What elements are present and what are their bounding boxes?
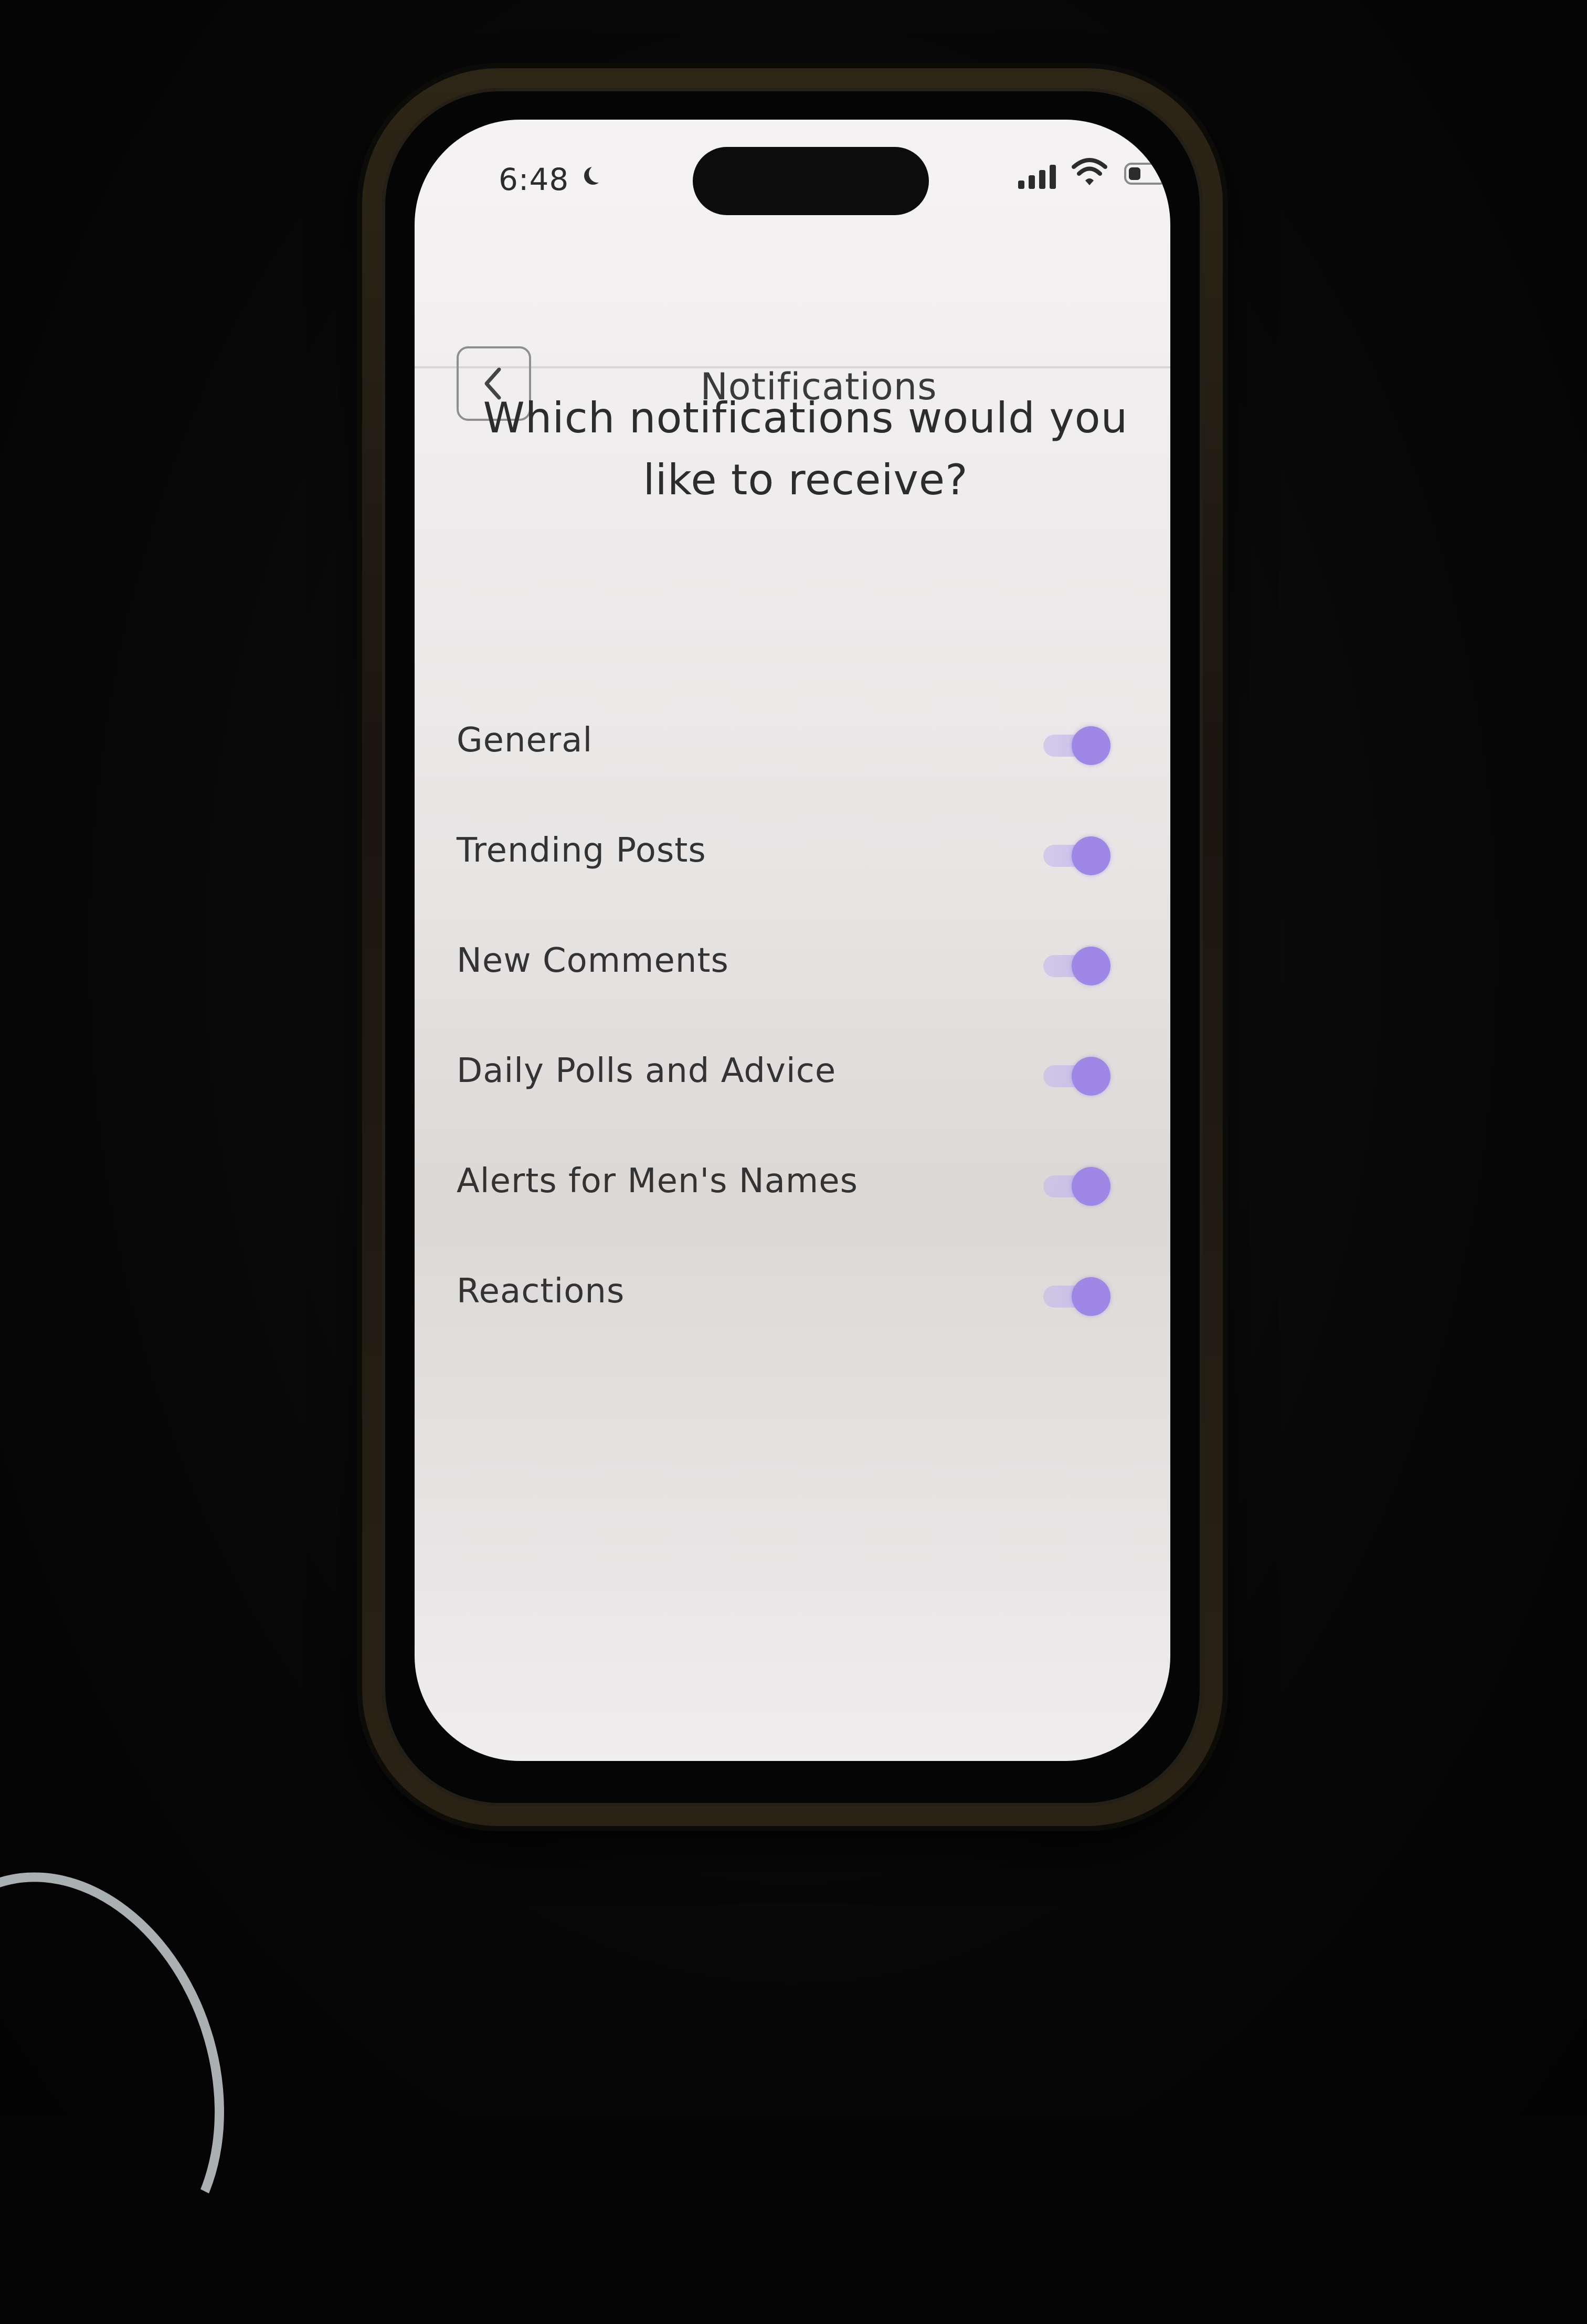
mens-names-alerts-toggle[interactable] — [1043, 1167, 1112, 1206]
general-toggle[interactable] — [1043, 726, 1112, 765]
toggle-knob — [1072, 947, 1110, 985]
setting-row-reactions[interactable]: Reactions — [446, 1258, 1139, 1332]
toggle-knob — [1072, 1167, 1110, 1206]
photo-background: 6:48 — [0, 0, 1587, 2116]
setting-row-mens-names-alerts[interactable]: Alerts for Men's Names — [446, 1148, 1139, 1222]
toggle-knob — [1072, 1057, 1110, 1096]
setting-label: General — [457, 721, 593, 760]
trending-posts-toggle[interactable] — [1043, 836, 1112, 875]
daily-polls-toggle[interactable] — [1043, 1057, 1112, 1096]
setting-label: Daily Polls and Advice — [457, 1052, 836, 1090]
phone-screen: 6:48 — [415, 120, 1170, 1761]
phone-case: 6:48 — [362, 68, 1223, 1826]
setting-label: Alerts for Men's Names — [457, 1162, 858, 1201]
charging-cable — [0, 1830, 275, 2323]
toggle-knob — [1072, 1277, 1110, 1316]
toggle-knob — [1072, 836, 1110, 875]
reactions-toggle[interactable] — [1043, 1277, 1112, 1316]
setting-row-new-comments[interactable]: New Comments — [446, 928, 1139, 1001]
setting-label: New Comments — [457, 941, 729, 980]
setting-row-trending-posts[interactable]: Trending Posts — [446, 818, 1139, 891]
setting-row-daily-polls[interactable]: Daily Polls and Advice — [446, 1038, 1139, 1111]
setting-row-general[interactable]: General — [446, 707, 1139, 781]
new-comments-toggle[interactable] — [1043, 947, 1112, 985]
setting-label: Reactions — [457, 1272, 625, 1311]
toggle-knob — [1072, 726, 1110, 765]
notification-settings-list: General Trending Posts — [415, 120, 1170, 1761]
setting-label: Trending Posts — [457, 831, 706, 870]
phone-frame: 6:48 — [382, 88, 1203, 1806]
